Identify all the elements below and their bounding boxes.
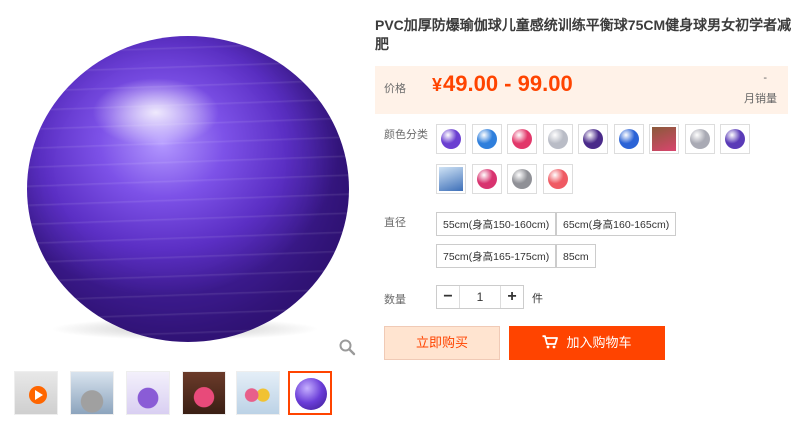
currency-symbol: ¥ — [432, 75, 443, 95]
add-to-cart-label: 加入购物车 — [566, 335, 632, 350]
yoga-ball-image — [27, 36, 349, 342]
size-option-85cm[interactable]: 85cm — [556, 244, 596, 268]
color-swatch-dark-purple[interactable] — [578, 124, 608, 154]
color-swatch-purple[interactable] — [436, 124, 466, 154]
play-icon — [29, 386, 47, 404]
size-option-65cm[interactable]: 65cm(身高160-165cm) — [556, 212, 677, 236]
quantity-decrease-button[interactable]: − — [437, 286, 460, 308]
color-swatch-photo-pink[interactable] — [649, 124, 679, 154]
monthly-sales-count: - — [763, 72, 767, 84]
video-thumbnail[interactable] — [14, 371, 58, 415]
size-option-75cm[interactable]: 75cm(身高165-175cm) — [436, 244, 557, 268]
swatch-ball — [548, 129, 568, 149]
color-swatch-grey[interactable] — [685, 124, 715, 154]
color-swatch-royal-blue[interactable] — [614, 124, 644, 154]
thumbnail-5[interactable] — [236, 371, 280, 415]
color-swatch-graphite[interactable] — [507, 164, 537, 194]
quantity-stepper: − + — [436, 285, 524, 309]
quantity-increase-button[interactable]: + — [500, 286, 523, 308]
swatch-ball — [512, 129, 532, 149]
color-swatch-rose[interactable] — [472, 164, 502, 194]
buy-now-button[interactable]: 立即购买 — [384, 326, 500, 360]
color-swatch-light-red[interactable] — [543, 164, 573, 194]
swatch-ball — [583, 129, 603, 149]
color-swatch-blue[interactable] — [472, 124, 502, 154]
shopping-cart-icon — [542, 335, 559, 349]
price-label: 价格 — [384, 83, 406, 95]
mini-ball-image — [295, 378, 327, 410]
swatch-ball — [619, 129, 639, 149]
swatch-ball — [512, 169, 532, 189]
quantity-label: 数量 — [384, 294, 406, 306]
swatch-ball — [690, 129, 710, 149]
color-swatch-purple-pump[interactable] — [720, 124, 750, 154]
thumbnail-selected[interactable] — [288, 371, 332, 415]
price-value: ¥49.00 - 99.00 — [432, 71, 573, 97]
quantity-unit: 件 — [532, 293, 543, 305]
magnifier-icon[interactable] — [338, 338, 356, 356]
swatch-ball — [548, 169, 568, 189]
size-label: 直径 — [384, 217, 406, 229]
monthly-sales-label: 月销量 — [744, 93, 777, 105]
color-swatch-pink-red[interactable] — [507, 124, 537, 154]
color-swatch-photo-blue[interactable] — [436, 164, 466, 194]
product-title: PVC加厚防爆瑜伽球儿童感统训练平衡球75CM健身球男女初学者减肥 — [375, 17, 792, 52]
swatch-ball — [477, 129, 497, 149]
add-to-cart-button[interactable]: 加入购物车 — [509, 326, 665, 360]
main-product-image[interactable] — [0, 0, 365, 365]
swatch-photo — [439, 167, 463, 191]
price-panel: 价格 ¥49.00 - 99.00 - 月销量 — [375, 66, 788, 114]
swatch-ball — [477, 169, 497, 189]
thumbnail-3[interactable] — [126, 371, 170, 415]
size-option-55cm[interactable]: 55cm(身高150-160cm) — [436, 212, 557, 236]
thumbnail-2[interactable] — [70, 371, 114, 415]
quantity-input[interactable] — [460, 286, 500, 308]
price-range: 49.00 - 99.00 — [443, 71, 573, 96]
swatch-ball — [725, 129, 745, 149]
color-swatch-silver[interactable] — [543, 124, 573, 154]
swatch-ball — [441, 129, 461, 149]
swatch-photo — [652, 127, 676, 151]
color-label: 颜色分类 — [384, 129, 428, 141]
thumbnail-4[interactable] — [182, 371, 226, 415]
